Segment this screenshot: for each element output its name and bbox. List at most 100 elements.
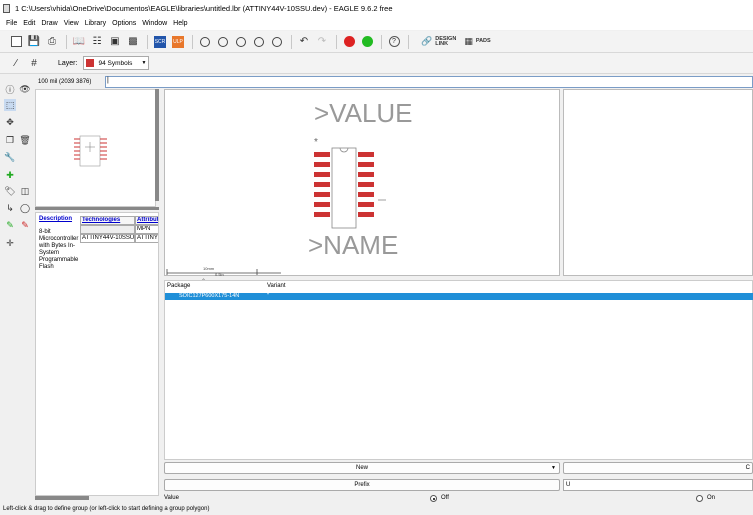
preview-scrollbar[interactable] bbox=[155, 89, 159, 201]
zoom-in-button[interactable] bbox=[215, 34, 231, 50]
pin-remove-button[interactable]: ✎ bbox=[19, 219, 31, 231]
symbol-icon: ▣ bbox=[110, 36, 120, 47]
value-button[interactable]: ◫ bbox=[19, 185, 31, 197]
add-button[interactable]: ✚ bbox=[4, 169, 16, 181]
zoom-fit-button[interactable] bbox=[197, 34, 213, 50]
grid-button[interactable]: # bbox=[26, 55, 42, 71]
move-icon: ✥ bbox=[6, 116, 14, 127]
edit-package-button[interactable]: ☷ bbox=[89, 34, 105, 50]
value-placeholder: >VALUE bbox=[314, 98, 413, 128]
window-title: 1 C:\Users\vhida\OneDrive\Documentos\EAG… bbox=[15, 3, 393, 13]
save-button[interactable]: 💾 bbox=[26, 34, 42, 50]
technology-cell[interactable]: ATTINY44V-10SSU bbox=[80, 234, 135, 243]
toolbar-divider bbox=[408, 34, 409, 49]
name-button[interactable]: 🏷 bbox=[4, 185, 16, 197]
delete-button[interactable]: 🗑 bbox=[19, 134, 31, 146]
zoom-last-icon bbox=[272, 36, 282, 47]
move-button[interactable]: ✥ bbox=[4, 116, 16, 128]
layer-select[interactable]: 94 Symbols ▼ bbox=[83, 56, 150, 70]
main-toolbar: 💾 ⎙ 📖 ☷ ▣ ▩ SCR ULP ↶ ↷ ? 🔗 DESIGN LINK ▦… bbox=[0, 31, 753, 53]
circle-button[interactable]: ◯ bbox=[19, 202, 31, 214]
new-file-icon bbox=[10, 36, 22, 47]
change-button[interactable]: 🔧 bbox=[4, 151, 16, 163]
wire-style-button[interactable]: ∕ bbox=[8, 55, 24, 71]
symbol-drawing: >VALUE * >NAME 10mm 0.5in bbox=[166, 98, 413, 277]
menu-window[interactable]: Window bbox=[139, 20, 170, 27]
copy-icon: ❐ bbox=[5, 134, 15, 145]
new-button-label: New bbox=[355, 465, 368, 471]
toolbar-divider bbox=[66, 34, 67, 49]
mark-button[interactable]: ✛ bbox=[4, 237, 16, 249]
help-button[interactable]: ? bbox=[386, 34, 402, 50]
attributes-header[interactable]: Attribut bbox=[135, 216, 158, 225]
table-row[interactable]: SOIC127P600X175-14N '' bbox=[165, 293, 753, 300]
value-off-radio[interactable] bbox=[430, 495, 437, 502]
attribute-cell[interactable]: ATTINY4 bbox=[135, 234, 158, 243]
undo-button[interactable]: ↶ bbox=[296, 34, 312, 50]
value-on-radio[interactable] bbox=[696, 495, 703, 502]
menu-library[interactable]: Library bbox=[82, 20, 109, 27]
crosshair-icon: ✛ bbox=[6, 237, 14, 248]
zoom-select-button[interactable] bbox=[251, 34, 267, 50]
zoom-last-button[interactable] bbox=[269, 34, 285, 50]
new-button[interactable]: New ▼ bbox=[164, 462, 560, 474]
prefix-button[interactable]: Prefix bbox=[164, 479, 560, 491]
script-button[interactable]: SCR bbox=[152, 34, 168, 50]
menu-help[interactable]: Help bbox=[170, 20, 190, 27]
open-library-button[interactable]: 📖 bbox=[71, 34, 87, 50]
toolbar-divider bbox=[381, 34, 382, 49]
variant-name-cell: '' bbox=[267, 293, 270, 299]
package-view[interactable] bbox=[563, 89, 753, 276]
package-column-header[interactable]: Package bbox=[167, 283, 190, 289]
technologies-header[interactable]: Technologies bbox=[80, 216, 135, 225]
menu-edit[interactable]: Edit bbox=[20, 20, 38, 27]
title-bar: 1 C:\Users\vhida\OneDrive\Documentos\EAG… bbox=[0, 0, 753, 16]
menu-file[interactable]: File bbox=[3, 20, 20, 27]
stop-button[interactable] bbox=[341, 34, 357, 50]
edit-device-button[interactable]: ▩ bbox=[125, 34, 141, 50]
pads-button[interactable]: ▦ PADS bbox=[464, 36, 490, 46]
variant-column-header[interactable]: Variant bbox=[267, 283, 286, 289]
description-scrollbar[interactable] bbox=[35, 496, 89, 500]
description-text: 8-bit Microcontroller with Bytes In-Syst… bbox=[39, 229, 79, 270]
edit-symbol-button[interactable]: ▣ bbox=[107, 34, 123, 50]
command-line-input[interactable]: | bbox=[105, 76, 753, 88]
book-icon: 📖 bbox=[72, 36, 86, 47]
info-button[interactable]: ⓘ bbox=[4, 83, 16, 95]
pads-icon: ▦ bbox=[464, 36, 473, 46]
menu-bar: File Edit Draw View Library Options Wind… bbox=[0, 16, 753, 30]
symbol-view[interactable]: >VALUE * >NAME 10mm 0.5in bbox=[164, 89, 560, 277]
connect-button[interactable]: ↳ bbox=[4, 202, 16, 214]
design-link-button[interactable]: 🔗 DESIGN LINK bbox=[421, 36, 456, 47]
toolbar-divider bbox=[291, 34, 292, 49]
value-label: Value bbox=[164, 495, 179, 501]
prefix-input[interactable]: U bbox=[563, 479, 753, 491]
pin-add-button[interactable]: ✎ bbox=[4, 219, 16, 231]
toolbar-divider bbox=[336, 34, 337, 49]
redo-button[interactable]: ↷ bbox=[314, 34, 330, 50]
group-button[interactable]: ⬚ bbox=[4, 99, 16, 111]
description-header[interactable]: Description bbox=[39, 216, 72, 222]
new-file-button[interactable] bbox=[8, 34, 24, 50]
ulp-button[interactable]: ULP bbox=[170, 34, 186, 50]
library-preview bbox=[35, 89, 156, 207]
go-button[interactable] bbox=[359, 34, 375, 50]
toolbar-divider bbox=[147, 34, 148, 49]
menu-options[interactable]: Options bbox=[109, 20, 139, 27]
description-panel: Description 8-bit Microcontroller with B… bbox=[35, 212, 159, 496]
grid-icon: # bbox=[31, 57, 37, 69]
name-placeholder: >NAME bbox=[308, 230, 398, 260]
connect-pins-button[interactable]: C bbox=[563, 462, 753, 474]
print-button[interactable]: ⎙ bbox=[44, 34, 60, 50]
table-row[interactable]: ATTINY44V-10SSU ATTINY4 bbox=[80, 234, 158, 243]
menu-draw[interactable]: Draw bbox=[38, 20, 60, 27]
eye-icon: 👁 bbox=[19, 83, 31, 94]
show-button[interactable]: 👁 bbox=[19, 83, 31, 95]
layer-select-value: 94 Symbols bbox=[98, 59, 133, 67]
zoom-out-button[interactable] bbox=[233, 34, 249, 50]
menu-view[interactable]: View bbox=[61, 20, 82, 27]
eagle-window: 1 C:\Users\vhida\OneDrive\Documentos\EAG… bbox=[0, 0, 753, 515]
copy-button[interactable]: ❐ bbox=[4, 134, 16, 146]
left-splitter[interactable] bbox=[35, 207, 159, 210]
value-row: Value Off On bbox=[164, 494, 753, 503]
